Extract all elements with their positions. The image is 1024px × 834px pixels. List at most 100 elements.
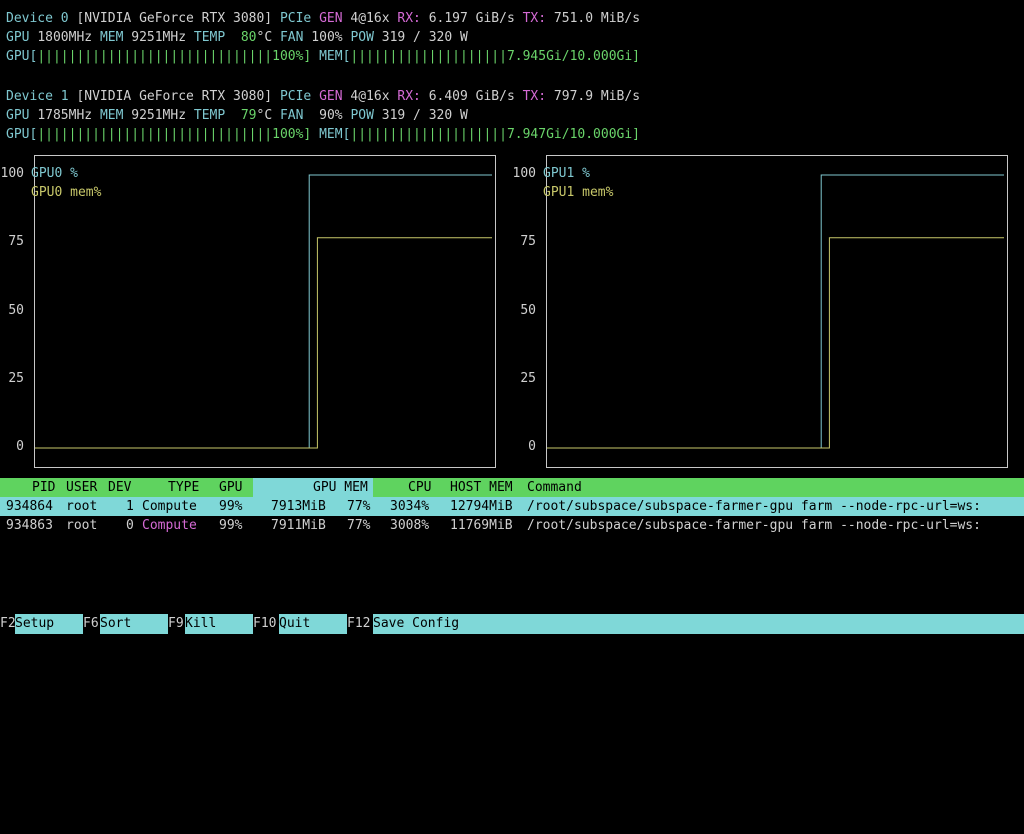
col-gpu-mem[interactable]: GPU MEM: [313, 478, 368, 497]
gpu-usage-bar: ||||||||||||||||||||||||||||||: [37, 49, 273, 64]
cpu: 3008%: [390, 518, 430, 533]
tx-label: TX:: [522, 89, 547, 104]
host-mem: 11769MiB: [450, 518, 513, 533]
gpu0-chart-panel: 100 75 50 25 0 GPU0 % GPU0 mem%: [0, 155, 500, 470]
f10-key: F10: [253, 616, 277, 631]
mem-clock-value: 9251MHz: [131, 108, 187, 123]
y-tick-label: 0: [528, 439, 536, 454]
gpu-clock-value: 1785MHz: [37, 108, 93, 123]
process-table-header[interactable]: PID USER DEV TYPE GPU GPU MEM CPU HOST M…: [0, 478, 1024, 497]
chart-frame: [546, 155, 1008, 468]
gen-value: 4@16x: [350, 89, 390, 104]
mem-usage-bar: ||||||||||||||||||||: [350, 127, 507, 142]
device-label: Device 1: [6, 89, 69, 104]
tx-label: TX:: [522, 11, 547, 26]
cpu: 3034%: [390, 499, 430, 514]
device-name: [NVIDIA GeForce RTX 3080]: [76, 89, 273, 104]
pid: 934863: [6, 518, 53, 533]
col-user[interactable]: USER: [66, 478, 97, 497]
command: /root/subspace/subspace-farmer-gpu farm …: [527, 499, 981, 514]
col-dev[interactable]: DEV: [108, 478, 131, 497]
col-pid[interactable]: PID: [32, 478, 55, 497]
gpu-usage-value: 100%]: [272, 127, 312, 142]
y-tick-label: 0: [16, 439, 24, 454]
legend-entry: GPU0 mem%: [31, 185, 102, 200]
legend-entry: GPU0 %: [31, 166, 78, 181]
gpu-clock-value: 1800MHz: [37, 30, 93, 45]
f12-key: F12: [347, 616, 371, 631]
process-row-selected[interactable]: 934864 root 1 Compute 99% 7913MiB 77% 30…: [0, 497, 1024, 516]
y-tick-label: 100: [0, 166, 24, 181]
gpu-usage-value: 100%]: [272, 49, 312, 64]
gpu-mem: 7913MiB: [271, 499, 326, 514]
col-host-mem[interactable]: HOST MEM: [450, 478, 513, 497]
gpu-mem-pct: 77%: [347, 499, 371, 514]
pcie-label: PCIe: [279, 11, 312, 26]
type: Compute: [142, 518, 197, 533]
process-row[interactable]: 934863 root 0 Compute 99% 7911MiB 77% 30…: [0, 516, 1024, 535]
y-tick-label: 75: [8, 234, 24, 250]
device-0-stats: GPU 1800MHz MEM 9251MHz TEMP 80°C FAN 10…: [6, 28, 468, 47]
gpu-mem: 7911MiB: [271, 518, 326, 533]
f2-key: F2: [0, 616, 16, 631]
series-line-0: [35, 174, 492, 449]
chart-svg: [546, 155, 1008, 468]
mem-bar-label: MEM[: [319, 49, 351, 64]
y-tick-label: 50: [8, 302, 24, 318]
y-tick-label: 25: [520, 370, 536, 386]
fan-label: FAN: [279, 30, 304, 45]
temp-value: 79: [240, 108, 257, 123]
sort-button[interactable]: Sort: [100, 614, 168, 634]
mem-clock-label: MEM: [99, 30, 124, 45]
col-type[interactable]: TYPE: [168, 478, 199, 497]
pow-label: POW: [350, 30, 374, 45]
gpu-util: 99%: [219, 518, 243, 533]
dev: 1: [126, 499, 134, 514]
rx-label: RX:: [397, 11, 421, 26]
f6-key: F6: [83, 616, 99, 631]
rx-value: 6.197 GiB/s: [428, 11, 515, 26]
device-0-info: Device 0 [NVIDIA GeForce RTX 3080] PCIe …: [6, 9, 640, 28]
device-label: Device 0: [6, 11, 69, 26]
rx-label: RX:: [397, 89, 421, 104]
gen-value: 4@16x: [350, 11, 390, 26]
temp-unit: °C: [256, 30, 273, 45]
user: root: [66, 518, 98, 533]
y-tick-label: 25: [8, 370, 24, 386]
gpu-clock-label: GPU: [6, 108, 30, 123]
pcie-label: PCIe: [279, 89, 312, 104]
quit-button[interactable]: Quit: [279, 614, 347, 634]
gpu-clock-label: GPU: [6, 30, 30, 45]
command: /root/subspace/subspace-farmer-gpu farm …: [527, 518, 981, 533]
gen-label: GEN: [319, 89, 343, 104]
legend-entry: GPU1 %: [543, 166, 590, 181]
col-gpu[interactable]: GPU: [219, 478, 242, 497]
mem-clock-label: MEM: [99, 108, 124, 123]
chart-frame: [34, 155, 496, 468]
y-tick-label: 100: [512, 166, 536, 181]
save-config-button[interactable]: Save Config: [373, 614, 1024, 634]
tx-value: 751.0 MiB/s: [553, 11, 641, 26]
setup-button[interactable]: Setup: [15, 614, 83, 634]
col-command[interactable]: Command: [527, 478, 582, 497]
series-line-0: [547, 174, 1004, 449]
temp-label: TEMP: [193, 108, 226, 123]
pid: 934864: [6, 499, 53, 514]
kill-button[interactable]: Kill: [185, 614, 253, 634]
mem-bar-label: MEM[: [319, 127, 351, 142]
fan-label: FAN: [279, 108, 304, 123]
gpu-bar-label: GPU[: [6, 127, 38, 142]
col-cpu[interactable]: CPU: [408, 478, 431, 497]
tx-value: 797.9 MiB/s: [553, 89, 641, 104]
pow-label: POW: [350, 108, 374, 123]
device-1-stats: GPU 1785MHz MEM 9251MHz TEMP 79°C FAN 90…: [6, 106, 468, 125]
temp-value: 80: [240, 30, 257, 45]
device-1-bars: GPU[||||||||||||||||||||||||||||||100%] …: [6, 125, 640, 144]
gen-label: GEN: [319, 11, 343, 26]
fan-value: 100%: [311, 30, 343, 45]
series-line-1: [547, 237, 1004, 449]
function-key-bar: F2 Setup F6 Sort F9 Kill F10 Quit F12 Sa…: [0, 614, 1024, 634]
temp-unit: °C: [256, 108, 273, 123]
device-0-bars: GPU[||||||||||||||||||||||||||||||100%] …: [6, 47, 640, 66]
y-tick-label: 75: [520, 234, 536, 250]
